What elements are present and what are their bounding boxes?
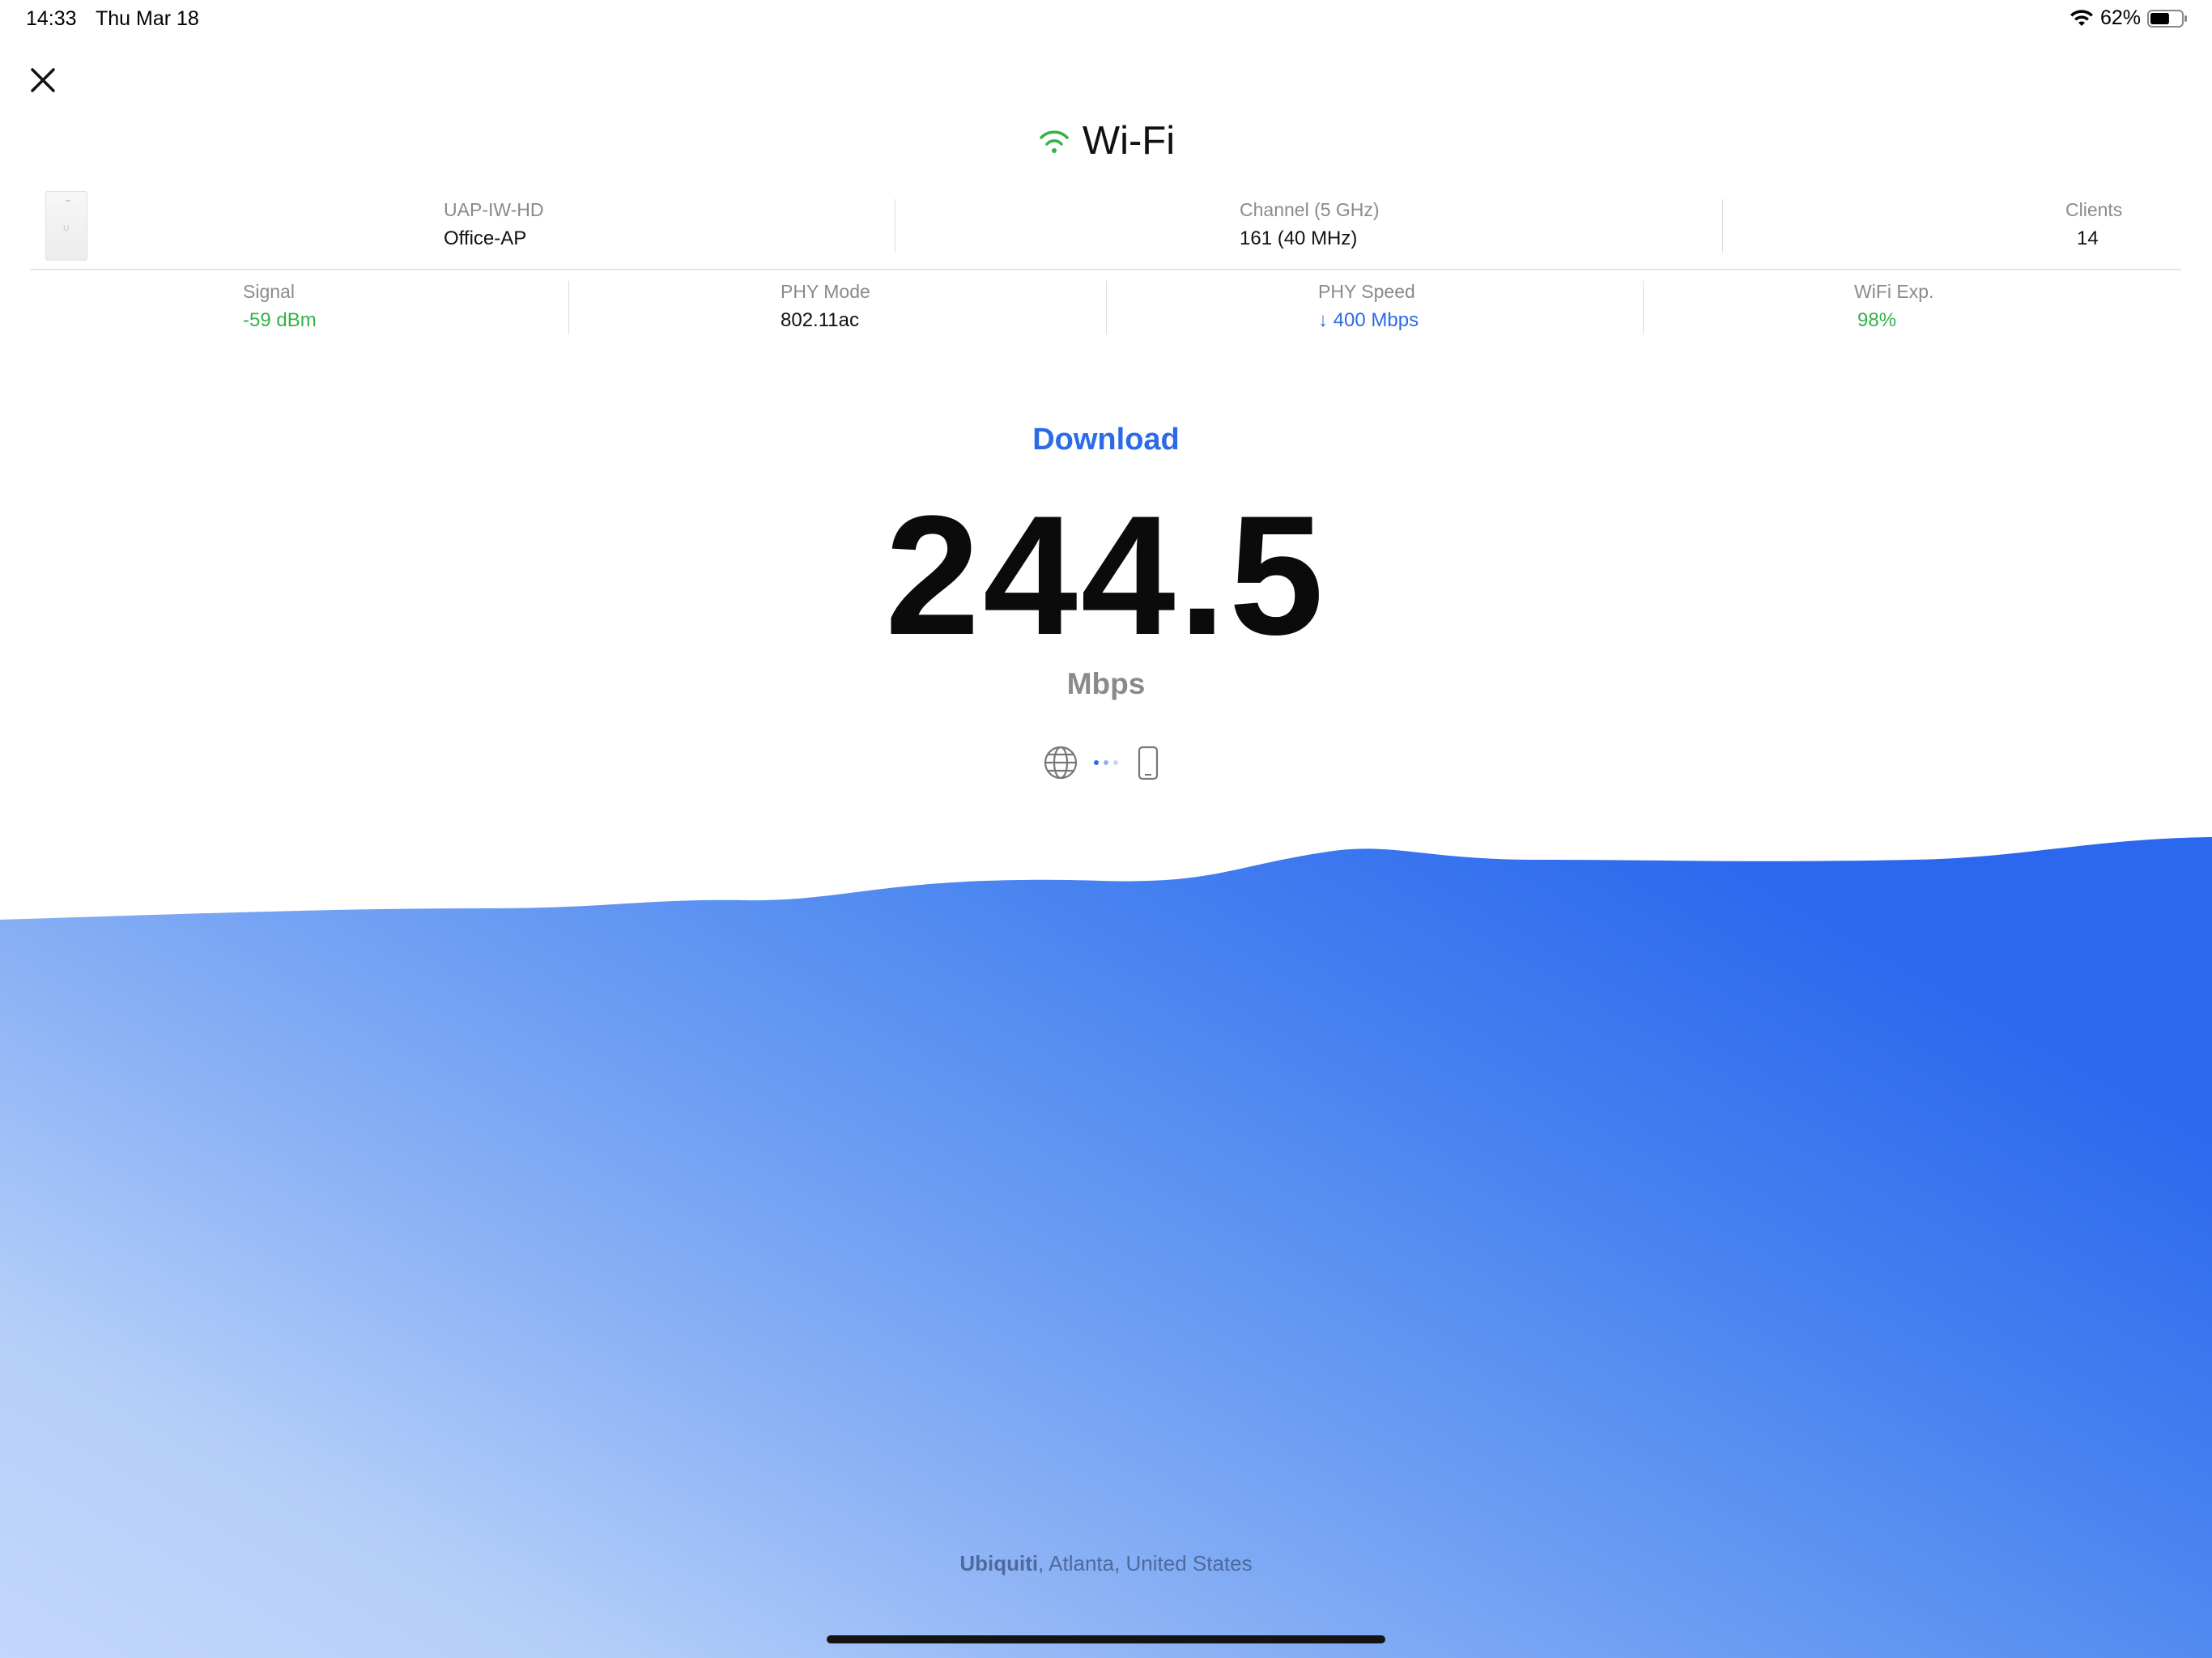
device-model-stat: UAP-IW-HD Office-AP (444, 199, 544, 250)
connection-title: Wi-Fi (0, 118, 2212, 164)
phy-mode-label: PHY Mode (781, 281, 870, 302)
speed-test-screen: 14:33 Thu Mar 18 62% Wi-Fi U UAP-IW-HD O… (0, 0, 2212, 1658)
device-info-row: U UAP-IW-HD Office-AP Channel (5 GHz) 16… (31, 191, 2181, 269)
device-name: Office-AP (444, 227, 527, 249)
page-title: Wi-Fi (1082, 119, 1176, 163)
server-info: Ubiquiti, Atlanta, United States (0, 1551, 2212, 1576)
wifi-icon (1040, 130, 1069, 153)
status-date: Thu Mar 18 (96, 7, 199, 30)
test-phase-label: Download (1032, 423, 1180, 457)
divider (1643, 281, 1644, 334)
divider (1106, 281, 1107, 334)
device-model: UAP-IW-HD (444, 199, 544, 220)
phy-mode-stat: PHY Mode 802.11ac (781, 281, 870, 332)
server-location: , Atlanta, United States (1038, 1551, 1253, 1575)
channel-label: Channel (5 GHz) (1240, 199, 1380, 220)
battery-percent: 62% (2099, 6, 2141, 29)
access-point-image: U (45, 191, 87, 261)
wifi-exp-value: 98% (1857, 309, 1897, 331)
test-path-indicator (1044, 746, 1159, 780)
progress-dots (1094, 760, 1118, 765)
speed-unit: Mbps (1066, 667, 1146, 700)
divider (568, 281, 569, 334)
phy-speed-label: PHY Speed (1318, 281, 1415, 302)
home-indicator[interactable] (827, 1635, 1385, 1643)
signal-value: -59 dBm (243, 309, 317, 331)
status-time: 14:33 (26, 7, 77, 30)
globe-icon (1044, 746, 1078, 780)
battery-icon (2147, 9, 2187, 28)
phy-speed-value: ↓ 400 Mbps (1318, 309, 1419, 331)
section-divider (31, 269, 2181, 270)
speed-wave-graphic (0, 837, 2212, 1658)
wifi-experience-stat: WiFi Exp. 98% (1854, 281, 1933, 332)
phy-mode-value: 802.11ac (781, 309, 859, 331)
clients-label: Clients (2065, 199, 2123, 220)
status-indicators: 62% (2069, 6, 2188, 30)
wifi-status-icon (2069, 9, 2093, 26)
status-bar: 14:33 Thu Mar 18 62% (0, 0, 2212, 39)
phy-speed-stat: PHY Speed ↓ 400 Mbps (1318, 281, 1419, 332)
phone-icon (1138, 746, 1159, 780)
channel-stat: Channel (5 GHz) 161 (40 MHz) (1240, 199, 1380, 250)
server-provider: Ubiquiti (959, 1551, 1039, 1575)
signal-stat: Signal -59 dBm (243, 281, 317, 332)
close-icon (31, 68, 55, 92)
channel-value: 161 (40 MHz) (1240, 227, 1358, 249)
clients-stat: Clients 14 (2065, 199, 2122, 250)
wifi-exp-label: WiFi Exp. (1854, 281, 1934, 302)
close-button[interactable] (28, 65, 58, 96)
clients-value: 14 (2077, 227, 2099, 249)
speed-value: 244.5 (885, 480, 1327, 670)
signal-label: Signal (243, 281, 295, 302)
divider (1722, 199, 1723, 253)
